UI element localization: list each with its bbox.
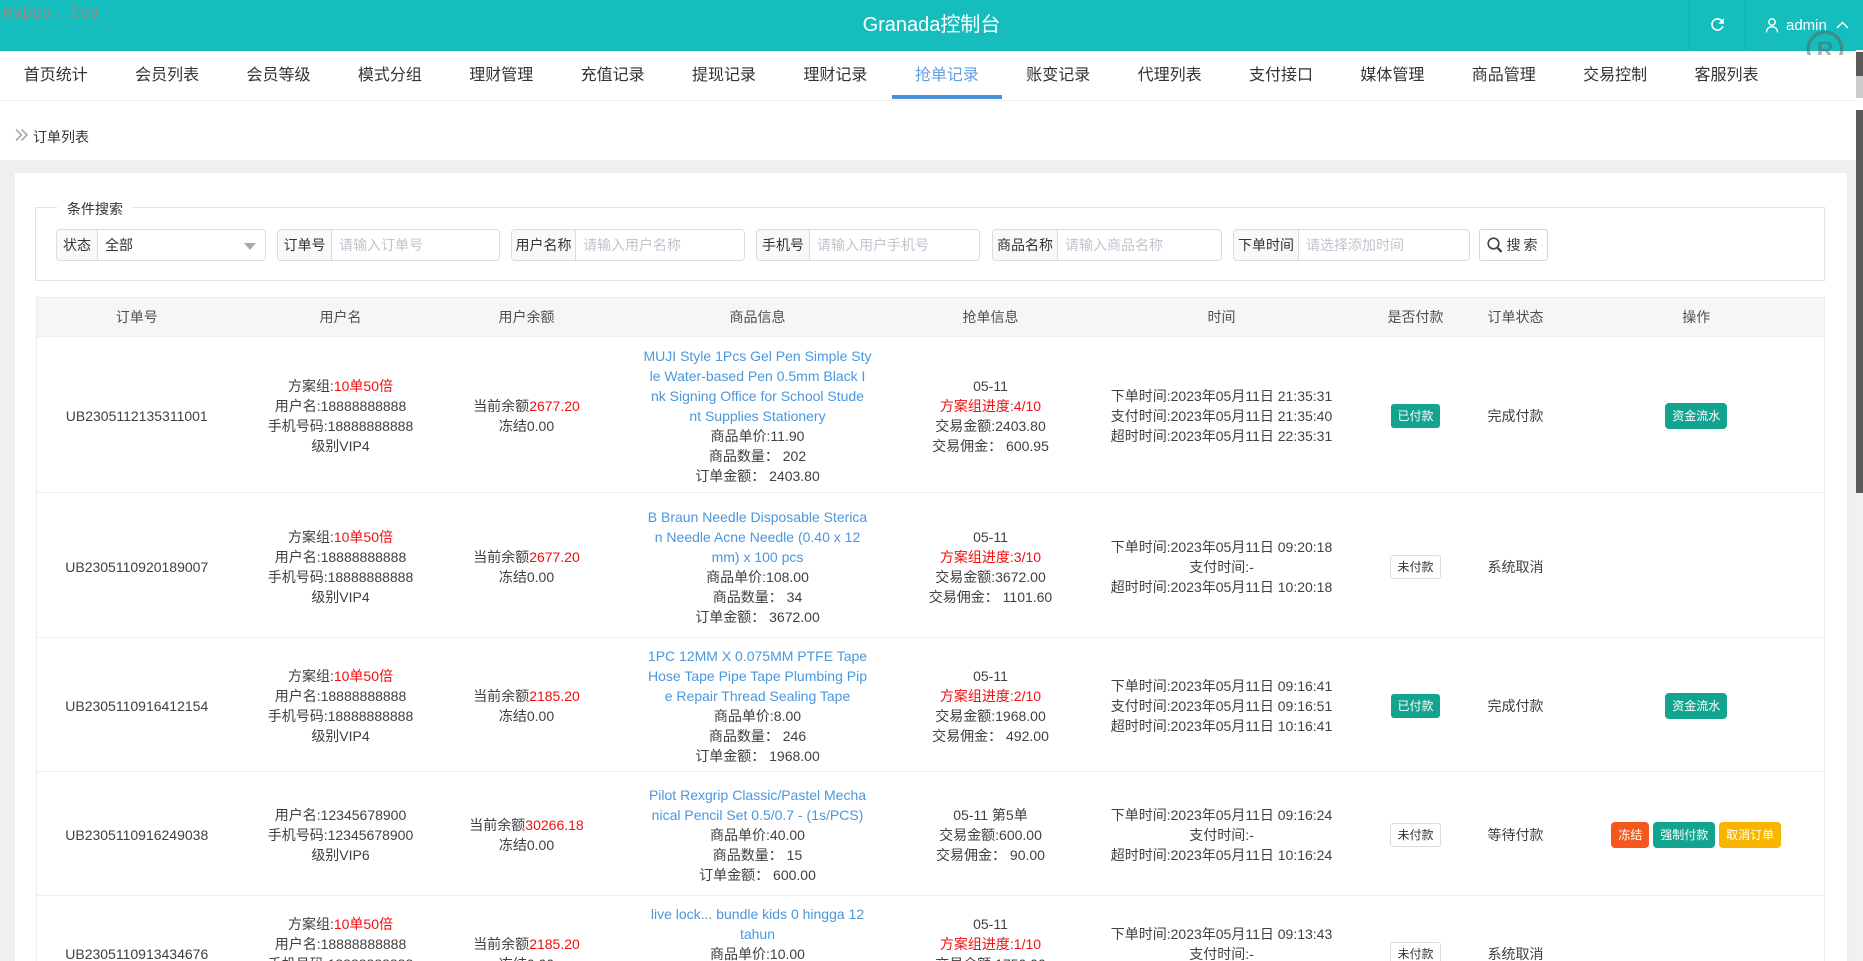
svg-text:R: R xyxy=(1817,37,1834,56)
